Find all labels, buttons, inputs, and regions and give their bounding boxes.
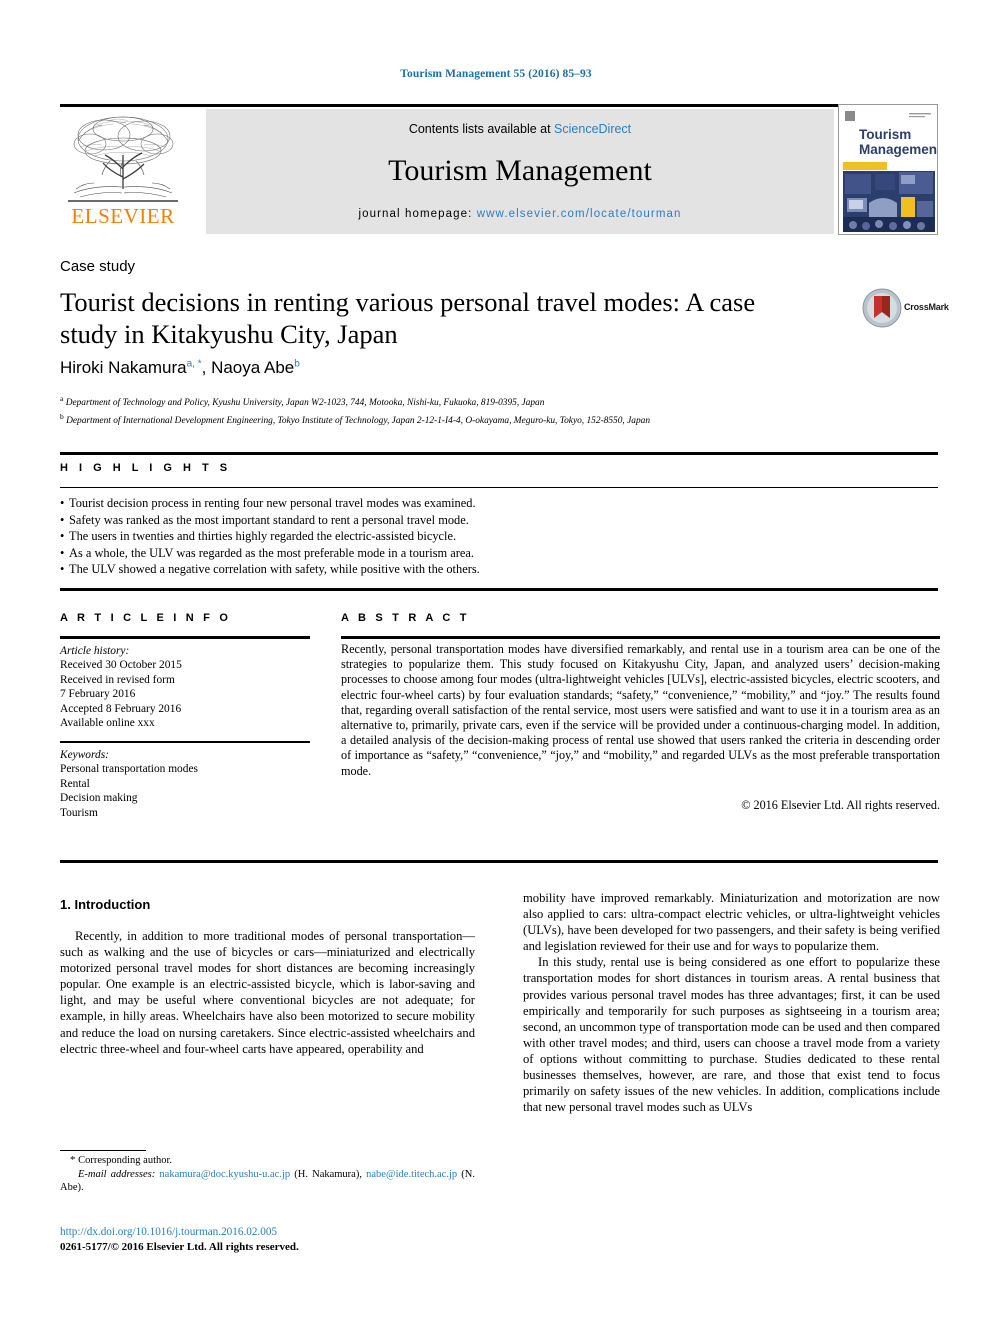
highlights-bottom-rule [60, 588, 938, 591]
bullet-icon: • [60, 562, 65, 577]
body-column-right: mobility have improved remarkably. Minia… [523, 890, 940, 1115]
highlight-text: The users in twenties and thirties highl… [69, 529, 457, 544]
article-info-heading: A R T I C L E I N F O [60, 612, 232, 624]
article-history-line: Accepted 8 February 2016 [60, 702, 182, 715]
footnote-block: * Corresponding author. E-mail addresses… [60, 1154, 475, 1195]
asterisk-icon: * [70, 1154, 76, 1166]
author-2-marks: b [294, 358, 300, 370]
crossmark-icon [862, 288, 902, 328]
affiliation-b: b Department of International Developmen… [60, 410, 940, 428]
footnote-separator [60, 1150, 146, 1151]
article-history-label: Article history: [60, 645, 130, 657]
bullet-icon: • [60, 512, 65, 527]
keywords-label: Keywords: [60, 749, 109, 761]
highlight-item: • As a whole, the ULV was regarded as the… [60, 545, 940, 562]
journal-article-page: Tourism Management 55 (2016) 85–93 ELSEV… [0, 0, 992, 1323]
crossmark-label: CrossMark [904, 302, 949, 312]
abstract-heading: A B S T R A C T [341, 612, 470, 624]
affiliation-list: a Department of Technology and Policy, K… [60, 392, 940, 428]
elsevier-wordmark: ELSEVIER [71, 204, 175, 228]
keyword-item: Tourism [60, 806, 98, 819]
article-history-line: Available online xxx [60, 717, 155, 730]
highlight-item: • The users in twenties and thirties high… [60, 528, 940, 545]
highlight-text: The ULV showed a negative correlation wi… [69, 562, 480, 577]
article-history-line: Received in revised form [60, 673, 175, 686]
homepage-url-link[interactable]: www.elsevier.com/locate/tourman [477, 208, 682, 220]
article-history-line: 7 February 2016 [60, 688, 136, 701]
highlight-item: • Tourist decision process in renting fou… [60, 495, 940, 512]
corresponding-author-note: * Corresponding author. [60, 1154, 475, 1168]
corresponding-author-label: Corresponding author. [78, 1155, 173, 1166]
author-list: Hiroki Nakamuraa, *, Naoya Abeb [60, 358, 300, 377]
abstract-copyright: © 2016 Elsevier Ltd. All rights reserved… [741, 798, 940, 812]
keyword-item: Personal transportation modes [60, 763, 198, 776]
email-link-2[interactable]: nabe@ide.titech.ac.jp [366, 1169, 457, 1180]
abstract-bottom-rule [60, 860, 938, 863]
running-head: Tourism Management 55 (2016) 85–93 [400, 68, 592, 80]
highlights-top-rule [60, 452, 938, 455]
page-title: Tourist decisions in renting various per… [60, 287, 756, 349]
body-paragraph: mobility have improved remarkably. Minia… [523, 891, 940, 954]
journal-cover-thumbnail: Tourism Management [838, 104, 938, 235]
article-info-rule [60, 636, 310, 639]
keywords-block: Keywords: Personal transportation modes … [60, 748, 310, 820]
homepage-label: journal homepage: [358, 208, 477, 220]
contents-list-line: Contents lists available at ScienceDirec… [206, 122, 834, 136]
keyword-item: Rental [60, 777, 90, 790]
highlight-text: Safety was ranked as the most important … [69, 512, 469, 527]
doi-footer: http://dx.doi.org/10.1016/j.tourman.2016… [60, 1225, 520, 1254]
sciencedirect-link[interactable]: ScienceDirect [554, 122, 631, 136]
journal-homepage-line: journal homepage: www.elsevier.com/locat… [206, 208, 834, 220]
email-link-1[interactable]: nakamura@doc.kyushu-u.ac.jp [159, 1169, 290, 1180]
affiliation-b-mark: b [60, 412, 64, 422]
doi-link[interactable]: http://dx.doi.org/10.1016/j.tourman.2016… [60, 1225, 520, 1240]
highlight-text: Tourist decision process in renting four… [69, 496, 476, 510]
highlight-text: As a whole, the ULV was regarded as the … [69, 545, 474, 560]
keyword-item: Decision making [60, 792, 138, 805]
author-name-1: Hiroki Nakamura [60, 358, 187, 377]
journal-cover-art: Tourism Management [839, 105, 938, 234]
highlight-item: • The ULV showed a negative correlation w… [60, 561, 940, 578]
journal-title: Tourism Management [388, 154, 652, 187]
section-heading-introduction: 1. Introduction [60, 897, 151, 912]
keywords-rule [60, 741, 310, 743]
masthead-center-band: Contents lists available at ScienceDirec… [206, 109, 834, 234]
highlights-list: • Tourist decision process in renting fou… [60, 495, 940, 578]
body-paragraph: Recently, in addition to more traditiona… [60, 929, 475, 1056]
elsevier-logo: ELSEVIER [60, 109, 186, 234]
email-addresses-note: E-mail addresses: nakamura@doc.kyushu-u.… [60, 1168, 476, 1194]
abstract-rule [341, 636, 940, 639]
highlights-heading: H I G H L I G H T S [60, 462, 232, 474]
email-label: E-mail addresses: [78, 1168, 156, 1180]
svg-text:Tourism: Tourism [859, 127, 911, 142]
elsevier-tree-icon [68, 116, 178, 202]
crossmark-badge[interactable]: CrossMark [862, 288, 949, 330]
highlight-item: • Safety was ranked as the most important… [60, 512, 940, 529]
author-1-marks: a, * [186, 358, 202, 370]
author-name-2: Naoya Abe [211, 358, 295, 377]
body-column-left: Recently, in addition to more traditiona… [60, 928, 475, 1057]
highlights-under-rule [60, 487, 938, 488]
email-owner-1: (H. Nakamura) [294, 1168, 360, 1180]
affiliation-b-text: Department of International Development … [66, 416, 651, 427]
bullet-icon: • [60, 529, 65, 544]
affiliation-a-text: Department of Technology and Policy, Kyu… [65, 398, 545, 409]
affiliation-a-mark: a [60, 394, 64, 403]
affiliation-a: a Department of Technology and Policy, K… [60, 392, 940, 410]
svg-text:Management: Management [859, 142, 938, 157]
bullet-icon: • [60, 496, 65, 510]
article-history-block: Article history: Received 30 October 201… [60, 644, 310, 730]
abstract-text: Recently, personal transportation modes … [341, 642, 940, 778]
article-history-line: Received 30 October 2015 [60, 659, 182, 672]
journal-masthead: ELSEVIER Contents lists available at Sci… [60, 104, 938, 235]
bullet-icon: • [60, 545, 65, 560]
issn-copyright-line: 0261-5177/© 2016 Elsevier Ltd. All right… [60, 1240, 299, 1253]
masthead-top-rule [60, 104, 938, 107]
body-paragraph: In this study, rental use is being consi… [523, 955, 940, 1115]
contents-prefix-text: Contents lists available at [408, 122, 555, 136]
article-type-label: Case study [60, 258, 136, 275]
